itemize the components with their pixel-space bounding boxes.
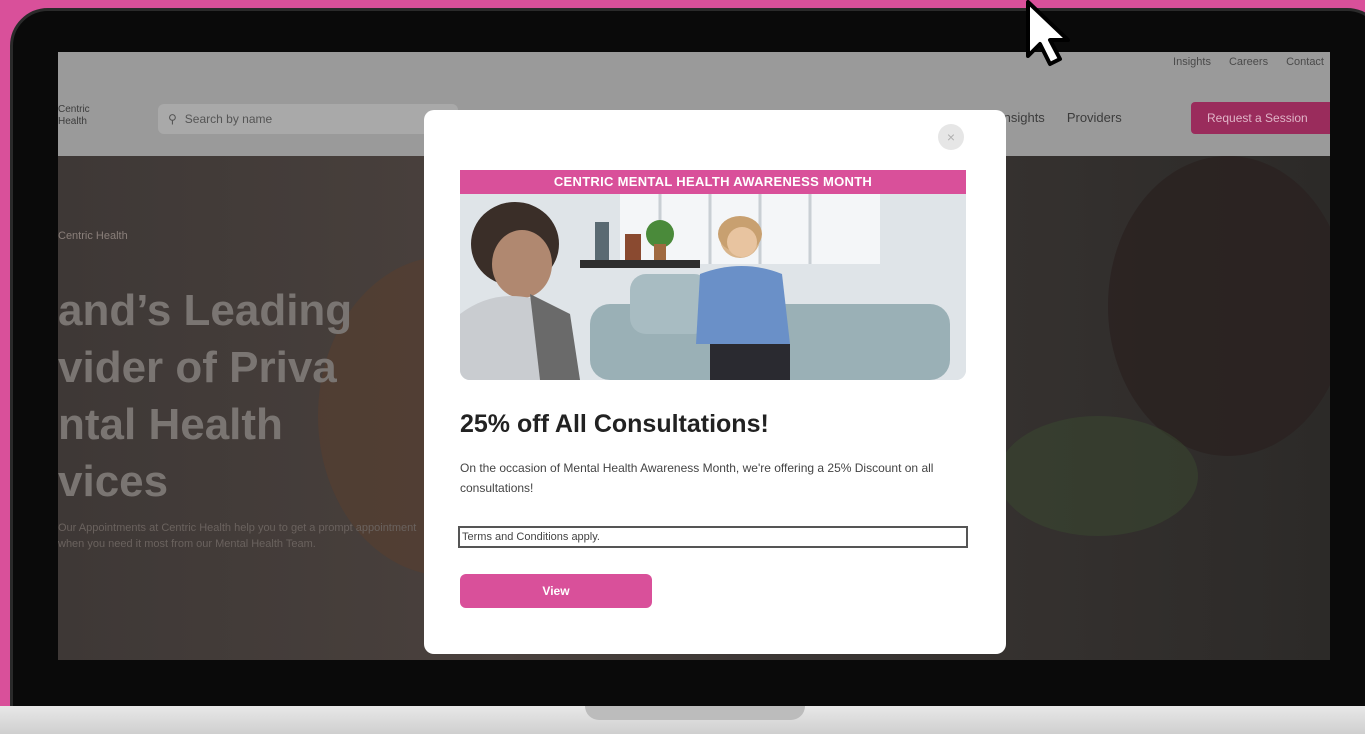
request-session-button[interactable]: Request a Session — [1191, 102, 1330, 134]
search-icon: ⚲ — [168, 112, 177, 126]
therapy-session-illustration — [460, 194, 966, 380]
hero-title: and’s Leading vider of Priva ntal Health… — [58, 286, 353, 506]
promo-modal: × CENTRIC MENTAL HEALTH AWARENESS MONTH — [424, 110, 1006, 654]
search-placeholder: Search by name — [184, 112, 273, 126]
promo-description: On the occasion of Mental Health Awarene… — [460, 461, 934, 495]
utility-link[interactable]: Contact — [1286, 56, 1324, 68]
utility-link[interactable]: Insights — [1173, 56, 1211, 68]
hero-plant-shape — [998, 416, 1198, 536]
mouse-cursor-icon — [1026, 0, 1070, 66]
hero-eyebrow: Centric Health — [58, 230, 128, 242]
utility-nav: Insights Careers Contact — [1173, 56, 1324, 68]
consultation-photo — [460, 194, 966, 380]
terms-text: Terms and Conditions apply. — [458, 526, 968, 548]
nav-link-insights[interactable]: Insights — [1000, 110, 1045, 125]
promo-banner: CENTRIC MENTAL HEALTH AWARENESS MONTH — [460, 170, 966, 194]
main-nav: Insights Providers — [1000, 110, 1122, 125]
promo-headline: 25% off All Consultations! — [460, 410, 769, 438]
site-logo[interactable]: Centric Health — [58, 104, 128, 128]
nav-link-providers[interactable]: Providers — [1067, 110, 1122, 125]
view-button[interactable]: View — [460, 574, 652, 608]
search-input[interactable]: ⚲ Search by name — [158, 104, 458, 134]
utility-link[interactable]: Careers — [1229, 56, 1268, 68]
hero-body: Our Appointments at Centric Health help … — [58, 522, 417, 550]
close-icon[interactable]: × — [938, 124, 964, 150]
hero-person-shape — [1108, 156, 1330, 456]
laptop-notch — [585, 706, 805, 720]
